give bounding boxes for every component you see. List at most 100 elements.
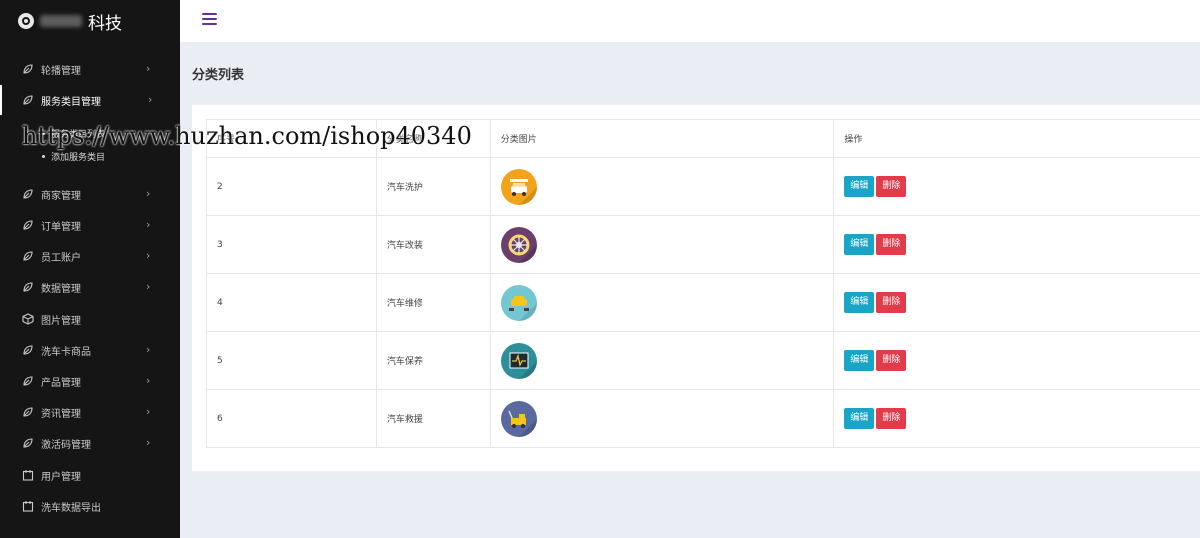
tow-truck-icon [500,400,537,437]
edit-button[interactable]: 编辑 [844,350,875,371]
edit-button[interactable]: 编辑 [844,176,875,197]
page-title: 分类列表 [192,68,245,83]
monitor-icon [500,342,537,379]
edit-button[interactable]: 编辑 [844,234,875,255]
delete-button[interactable]: 删除 [876,350,907,371]
calendar-icon [21,469,34,482]
row-actions: 编辑 删除 [833,389,1200,448]
sidebar-item-label: 洗车数据导出 [41,502,101,514]
chevron-right-icon: › [146,62,151,75]
calendar-icon [21,500,34,513]
leaf-icon [21,94,34,107]
row-category-name: 汽车洗护 [375,157,491,216]
car-wash-icon [500,168,537,205]
sidebar-item-label: 订单管理 [41,221,81,233]
row-id: 2 [206,157,377,216]
chevron-right-icon: › [146,343,151,356]
delete-button[interactable]: 删除 [876,176,907,197]
submenu-item-1[interactable]: 添加服务类目 [42,150,105,163]
leaf-icon [21,219,34,232]
row-category-name: 汽车保养 [375,331,491,390]
sidebar-item-label: 服务类目管理 [41,96,101,108]
row-id: 6 [206,389,377,448]
chevron-right-icon: › [146,249,151,262]
topbar [180,0,1200,42]
brand-text: 科技 [88,13,122,34]
car-repair-icon [500,284,537,321]
sidebar-item-6[interactable]: 图片管理 [0,304,180,334]
sidebar-item-9[interactable]: 资讯管理 › [0,397,180,427]
sidebar-item-4[interactable]: 员工账户 › [0,241,180,271]
row-actions: 编辑 删除 [833,331,1200,390]
leaf-icon [21,437,34,450]
submenu-item-label: 添加服务类目 [51,153,106,163]
sidebar-item-label: 用户管理 [41,471,81,483]
leaf-icon [21,344,34,357]
chevron-right-icon: › [146,280,151,293]
column-header-actions: 操作 [833,119,1200,158]
sidebar: 科技 轮播管理 › 服务类目管理 › 商家管理 › 订单管理 › 员工账户 › 数据管理 › 图片管理洗… [0,0,180,538]
edit-button[interactable]: 编辑 [844,292,875,313]
sidebar-item-label: 资讯管理 [41,408,81,420]
sidebar-item-label: 商家管理 [41,190,81,202]
sidebar-item-label: 员工账户 [41,252,81,264]
table-row: 5 汽车保养 编辑 删除 [206,331,1200,390]
column-header-image: 分类图片 [489,119,835,158]
leaf-icon [21,406,34,419]
chevron-right-icon: › [146,405,151,418]
delete-button[interactable]: 删除 [876,408,907,429]
sidebar-item-label: 数据管理 [41,283,81,295]
row-category-name: 汽车维修 [375,273,491,332]
row-category-image-cell [489,331,835,390]
sidebar-item-label: 激活码管理 [41,439,91,451]
row-id: 3 [206,215,377,274]
row-category-name: 汽车改装 [375,215,491,274]
row-category-image-cell [489,157,835,216]
sidebar-item-10[interactable]: 激活码管理 › [0,428,180,458]
table-row: 4 汽车维修 编辑 删除 [206,273,1200,332]
leaf-icon [21,188,34,201]
row-id: 4 [206,273,377,332]
leaf-icon [21,281,34,294]
category-table: 序号 分类名称 分类图片 操作 2 汽车洗护 编辑 删除 3 汽车改装 编辑 删除 4 汽车维修编… [206,119,1200,448]
brand-logo-icon [18,13,34,29]
chevron-right-icon: › [146,187,151,200]
sidebar-item-5[interactable]: 数据管理 › [0,272,180,302]
leaf-icon [21,250,34,263]
row-category-image-cell [489,389,835,448]
sidebar-item-12[interactable]: 洗车数据导出 [0,491,180,521]
brand[interactable]: 科技 [0,0,180,42]
leaf-icon [21,63,34,76]
box-icon [21,313,34,326]
sidebar-item-1[interactable]: 服务类目管理 › [0,85,180,115]
brand-name-blurred [40,15,82,27]
sidebar-item-8[interactable]: 产品管理 › [0,366,180,396]
sidebar-item-label: 图片管理 [41,315,81,327]
row-actions: 编辑 删除 [833,157,1200,216]
wheel-icon [500,226,537,263]
table-row: 3 汽车改装 编辑 删除 [206,215,1200,274]
delete-button[interactable]: 删除 [876,234,907,255]
table-row: 6 汽车救援 编辑 删除 [206,389,1200,448]
chevron-right-icon: › [146,218,151,231]
leaf-icon [21,375,34,388]
row-actions: 编辑 删除 [833,273,1200,332]
sidebar-item-0[interactable]: 轮播管理 › [0,54,180,84]
chevron-right-icon: › [146,436,151,449]
category-card: 序号 分类名称 分类图片 操作 2 汽车洗护 编辑 删除 3 汽车改装 编辑 删除 4 汽车维修编… [192,105,1200,471]
row-category-image-cell [489,215,835,274]
chevron-right-icon: › [146,374,151,387]
sidebar-item-7[interactable]: 洗车卡商品 › [0,335,180,365]
sidebar-item-3[interactable]: 订单管理 › [0,210,180,240]
sidebar-item-label: 洗车卡商品 [41,346,91,358]
hamburger-menu-icon[interactable] [202,13,217,25]
bullet-icon [42,155,45,158]
edit-button[interactable]: 编辑 [844,408,875,429]
sidebar-item-label: 产品管理 [41,377,81,389]
sidebar-item-2[interactable]: 商家管理 › [0,179,180,209]
sidebar-item-11[interactable]: 用户管理 [0,460,180,490]
sidebar-item-label: 轮播管理 [41,65,81,77]
delete-button[interactable]: 删除 [876,292,907,313]
row-id: 5 [206,331,377,390]
watermark: https://www.huzhan.com/ishop40340 [22,122,472,150]
